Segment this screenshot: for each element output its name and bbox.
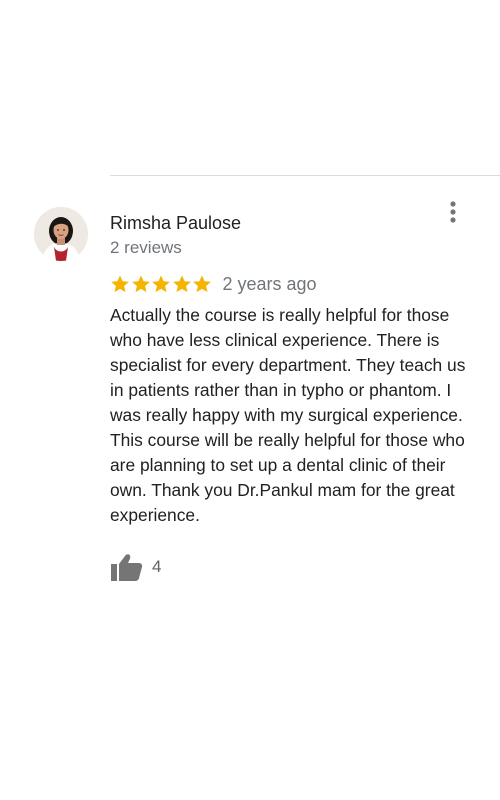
avatar[interactable] (34, 207, 88, 261)
star-icon (172, 275, 191, 293)
avatar-image (34, 207, 88, 261)
star-icon (111, 275, 129, 293)
rating-row: 2 years ago (110, 272, 317, 296)
star-icon (131, 275, 150, 293)
star-icon (193, 275, 211, 293)
review-text: Actually the course is really helpful fo… (110, 305, 466, 525)
more-options-button[interactable] (438, 198, 468, 226)
like-count: 4 (152, 557, 162, 576)
thumb-up-icon (111, 554, 143, 581)
like-row: 4 (110, 550, 161, 584)
section-divider (110, 175, 500, 176)
like-button[interactable] (110, 550, 144, 584)
more-vert-icon (450, 201, 456, 223)
review-date: 2 years ago (222, 274, 317, 294)
star-icon (152, 275, 170, 293)
reviewer-review-count: 2 reviews (110, 238, 182, 257)
star-rating (110, 274, 213, 294)
reviewer-name[interactable]: Rimsha Paulose (110, 212, 241, 234)
